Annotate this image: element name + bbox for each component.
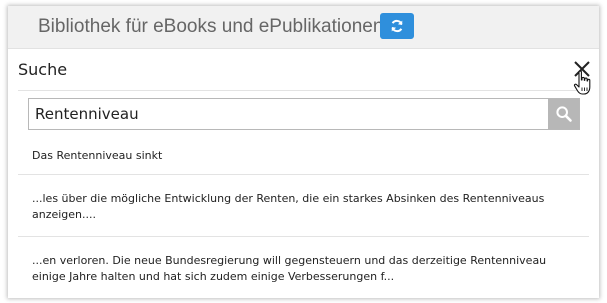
search-box <box>28 98 580 130</box>
search-result[interactable]: Das Rentenniveau sinkt <box>32 148 572 164</box>
hand-cursor-icon <box>573 70 591 95</box>
search-button[interactable] <box>548 99 579 129</box>
search-icon <box>555 106 572 122</box>
result-text: ...en verloren. Die neue Bundesregierung… <box>32 254 547 283</box>
search-input[interactable] <box>29 99 549 129</box>
refresh-icon <box>391 19 403 33</box>
app-window: Bibliothek für eBooks und ePublikationen… <box>8 6 599 298</box>
header-bar: Bibliothek für eBooks und ePublikationen <box>8 6 599 49</box>
panel-title: Suche <box>18 60 68 79</box>
search-result[interactable]: ...les über die mögliche Entwicklung der… <box>32 191 572 223</box>
search-result[interactable]: ...en verloren. Die neue Bundesregierung… <box>32 253 572 285</box>
result-text: ...les über die mögliche Entwicklung der… <box>32 192 545 221</box>
divider <box>18 90 589 91</box>
divider <box>18 174 589 175</box>
app-title: Bibliothek für eBooks und ePublikationen <box>38 16 384 37</box>
divider <box>18 236 589 237</box>
result-text: Das Rentenniveau sinkt <box>32 149 163 162</box>
refresh-button[interactable] <box>380 13 414 39</box>
